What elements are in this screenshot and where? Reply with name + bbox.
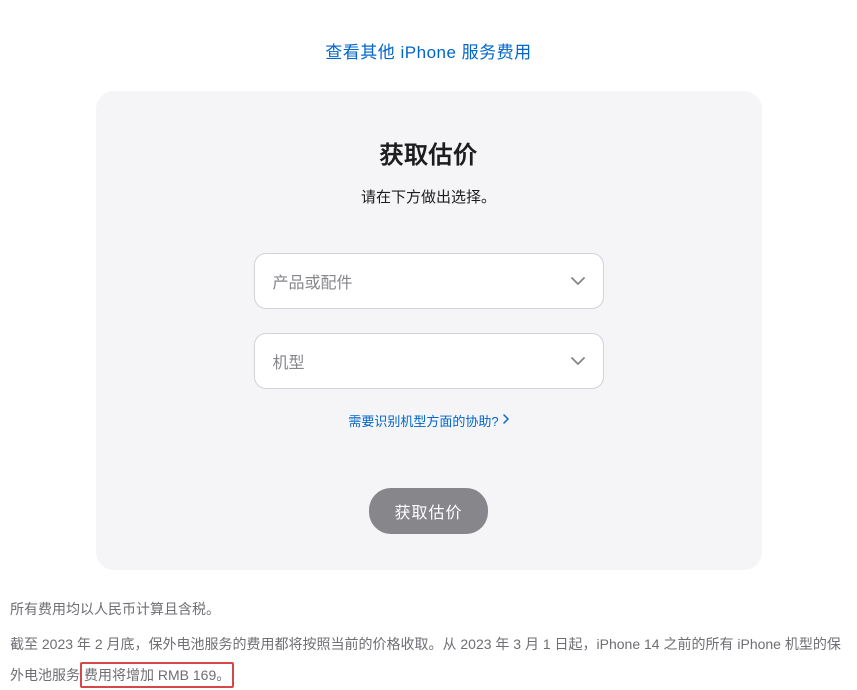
card-title: 获取估价 [136,135,722,170]
footer-line-2: 截至 2023 年 2 月底，保外电池服务的费用都将按照当前的价格收取。从 20… [10,629,847,690]
chevron-down-icon [571,272,585,290]
other-service-fees-link[interactable]: 查看其他 iPhone 服务费用 [325,43,531,62]
estimate-card: 获取估价 请在下方做出选择。 产品或配件 机型 需要识别机型方面的协助? 获取估… [96,91,762,570]
chevron-right-icon [503,414,509,427]
product-select[interactable]: 产品或配件 [254,253,604,309]
product-select-wrap: 产品或配件 [254,253,604,309]
model-select-placeholder: 机型 [273,349,305,373]
submit-row: 获取估价 [136,488,722,534]
identify-model-help-link[interactable]: 需要识别机型方面的协助? [348,411,508,430]
model-select[interactable]: 机型 [254,333,604,389]
footer-line-1: 所有费用均以人民币计算且含税。 [10,594,847,625]
card-subtitle: 请在下方做出选择。 [136,186,722,207]
product-select-placeholder: 产品或配件 [273,269,353,293]
model-select-wrap: 机型 [254,333,604,389]
get-estimate-button[interactable]: 获取估价 [369,488,487,534]
chevron-down-icon [571,352,585,370]
footer-notes: 所有费用均以人民币计算且含税。 截至 2023 年 2 月底，保外电池服务的费用… [0,570,857,690]
top-link-container: 查看其他 iPhone 服务费用 [0,0,857,91]
price-increase-highlight: 费用将增加 RMB 169。 [80,662,234,688]
help-link-label: 需要识别机型方面的协助? [348,411,498,430]
